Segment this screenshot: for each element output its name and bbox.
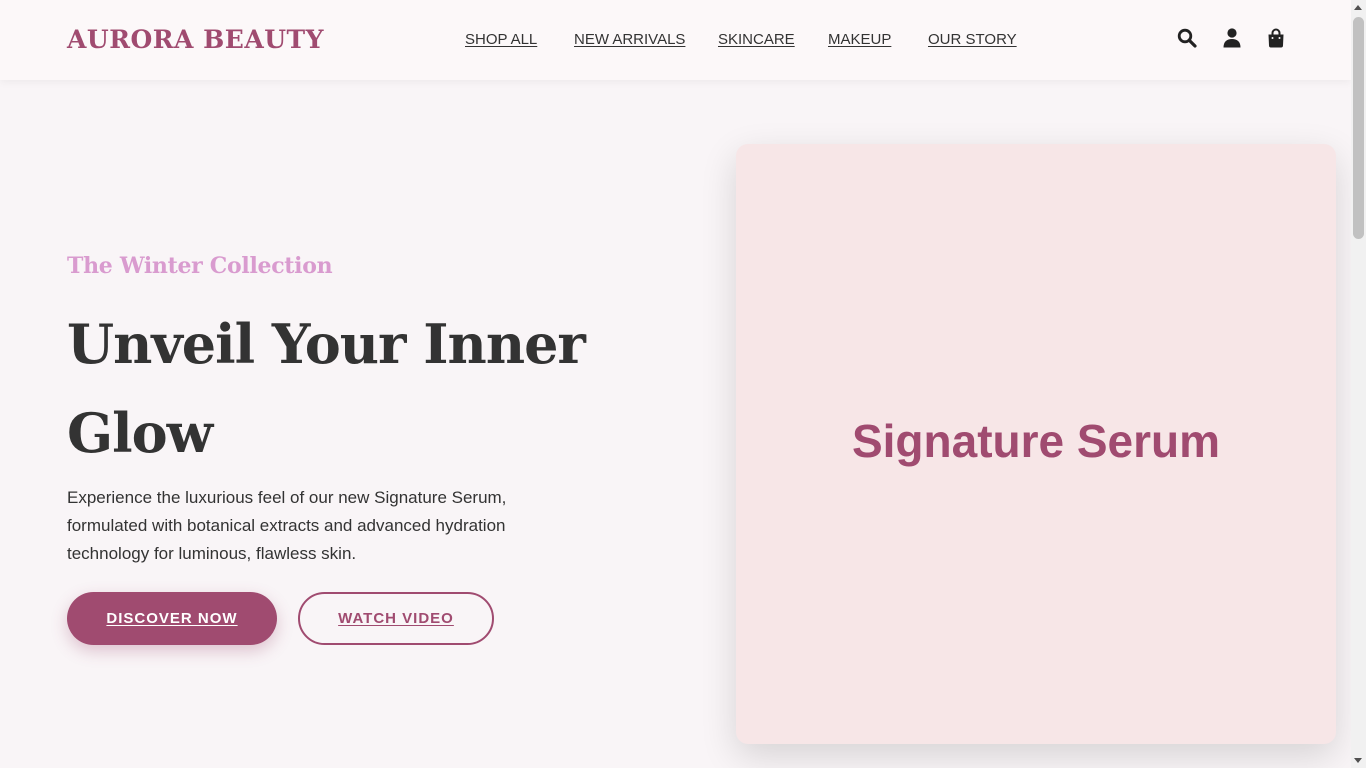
site-header: AURORA BEAUTY SHOP ALL NEW ARRIVALS SKIN… [0, 0, 1351, 80]
collection-eyebrow: The Winter Collection [67, 253, 333, 279]
hero-headline: Unveil Your Inner Glow [67, 312, 586, 465]
product-card: Signature Serum [736, 144, 1336, 744]
page-scrollbar[interactable] [1351, 0, 1366, 768]
brand-logo[interactable]: AURORA BEAUTY [67, 25, 324, 54]
shopping-bag-icon[interactable] [1265, 27, 1287, 49]
scroll-thumb[interactable] [1353, 17, 1364, 239]
nav-link-new-arrivals[interactable]: NEW ARRIVALS [574, 31, 685, 48]
nav-link-skincare[interactable]: SKINCARE [718, 31, 795, 48]
watch-video-button[interactable]: WATCH VIDEO [298, 592, 494, 645]
nav-link-makeup[interactable]: MAKEUP [828, 31, 891, 48]
hero-description: Experience the luxurious feel of our new… [67, 488, 507, 563]
search-icon[interactable] [1176, 27, 1198, 49]
user-icon[interactable] [1221, 27, 1243, 49]
discover-now-button[interactable]: DISCOVER NOW [67, 592, 277, 645]
product-card-title: Signature Serum [851, 414, 1221, 467]
scroll-up-arrow-icon[interactable] [1354, 5, 1362, 10]
nav-link-our-story[interactable]: OUR STORY [928, 31, 1017, 48]
scroll-down-arrow-icon[interactable] [1354, 758, 1362, 763]
nav-link-shop-all[interactable]: SHOP ALL [465, 31, 537, 48]
